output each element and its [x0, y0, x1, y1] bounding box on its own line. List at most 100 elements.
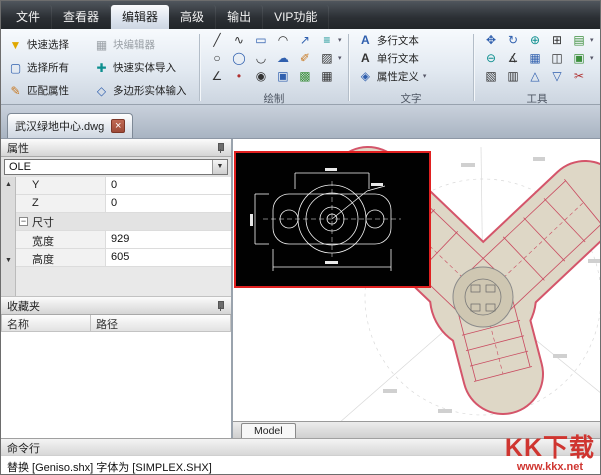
- ribbon: ▼ 快速选择 ▢ 选择所有 ✎ 匹配属性 ▦ 块编辑器 ✚ 快速实体导入: [1, 29, 600, 105]
- angle-tool-icon[interactable]: ∠: [206, 69, 228, 83]
- ribbon-group-draw: ╱ ∿ ▭ ◠ ↗ ≡ ▾ ○ ◯ ◡ ☁ ✐ ▨ ▾: [202, 31, 346, 104]
- model-tab[interactable]: Model: [241, 423, 296, 438]
- hatch-tool-icon[interactable]: ▨: [316, 51, 338, 65]
- ole-object[interactable]: [235, 152, 430, 287]
- menu-tab-editor[interactable]: 编辑器: [111, 5, 169, 29]
- left-panel: 属性 OLE ▼ ▲ ▼ Y 0: [1, 139, 231, 438]
- pin-icon[interactable]: [215, 142, 225, 154]
- command-line-header: 命令行: [1, 438, 600, 455]
- menu-tab-advanced[interactable]: 高级: [169, 5, 216, 29]
- menu-tab-viewer[interactable]: 查看器: [52, 5, 111, 29]
- menu-tab-file[interactable]: 文件: [5, 5, 52, 29]
- pan-icon[interactable]: ✥: [480, 33, 502, 47]
- draw-flyout-arrow2-icon[interactable]: ▾: [338, 54, 346, 62]
- spline-tool-icon[interactable]: ∿: [228, 33, 250, 47]
- mtext-button[interactable]: A 多行文本: [355, 33, 422, 48]
- hatch2-icon[interactable]: ▧: [480, 69, 502, 83]
- point-tool-icon[interactable]: •: [228, 69, 250, 83]
- circle-tool-icon[interactable]: ○: [206, 51, 228, 65]
- collapse-icon[interactable]: −: [19, 217, 28, 226]
- property-value[interactable]: 0: [106, 177, 231, 194]
- property-grid-rail: ▲ ▼: [1, 177, 16, 296]
- ribbon-group-text: A 多行文本 A 单行文本 ◈ 属性定义 ▾: [351, 31, 471, 104]
- main-area: 属性 OLE ▼ ▲ ▼ Y 0: [1, 139, 600, 438]
- property-row-height: 高度 605: [16, 249, 231, 267]
- line-tool-icon[interactable]: ╱: [206, 33, 228, 47]
- object-selector-wrap: OLE ▼: [1, 157, 231, 177]
- panel-icon[interactable]: ◫: [546, 51, 568, 65]
- quick-select-button[interactable]: ▼ 快速选择: [5, 33, 91, 56]
- attribute-flyout-arrow-icon: ▾: [423, 72, 431, 80]
- zoom-out-icon[interactable]: ⊖: [480, 51, 502, 65]
- property-label: Y: [16, 177, 106, 194]
- triangle-up-icon[interactable]: △: [524, 69, 546, 83]
- layers-icon[interactable]: ▤: [568, 33, 590, 47]
- command-history-text: 替换 [Geniso.shx] 字体为 [SIMPLEX.SHX]: [7, 462, 212, 474]
- attribute-define-icon: ◈: [358, 69, 373, 83]
- pin-icon[interactable]: [215, 300, 225, 312]
- ellipse-tool-icon[interactable]: ◯: [228, 51, 250, 65]
- match-properties-button[interactable]: ✎ 匹配属性: [5, 79, 91, 102]
- table-tool-icon[interactable]: ▦: [316, 69, 338, 83]
- canvas-column: Model: [233, 139, 601, 438]
- trim-icon[interactable]: ✂: [568, 69, 590, 83]
- drawing-canvas[interactable]: [233, 139, 601, 421]
- sketch-tool-icon[interactable]: ✐: [294, 51, 316, 65]
- chevron-down-icon[interactable]: ▼: [212, 160, 227, 174]
- block-editor-icon: ▦: [94, 38, 109, 52]
- attribute-define-button[interactable]: ◈ 属性定义 ▾: [355, 69, 434, 84]
- polygon-entity-input-button[interactable]: ◇ 多边形实体输入: [91, 79, 197, 102]
- property-grid: ▲ ▼ Y 0 Z 0 − 尺寸: [1, 177, 231, 297]
- single-text-button[interactable]: A 单行文本: [355, 51, 422, 66]
- gradient-tool-icon[interactable]: ▩: [294, 69, 316, 83]
- zoom-in-icon[interactable]: ⊕: [524, 33, 546, 47]
- block-editor-label: 块编辑器: [113, 37, 155, 52]
- favorites-name-column[interactable]: 名称: [1, 315, 91, 332]
- ray-tool-icon[interactable]: ↗: [294, 33, 316, 47]
- tools-flyout-arrow2-icon[interactable]: ▾: [590, 54, 598, 62]
- block-editor-button[interactable]: ▦ 块编辑器: [91, 33, 197, 56]
- document-tab-label: 武汉绿地中心.dwg: [15, 118, 104, 134]
- favorites-path-column[interactable]: 路径: [91, 315, 231, 332]
- property-value[interactable]: 929: [106, 231, 231, 248]
- select-all-button[interactable]: ▢ 选择所有: [5, 56, 91, 79]
- donut-tool-icon[interactable]: ◉: [250, 69, 272, 83]
- mline-tool-icon[interactable]: ≡: [316, 33, 338, 47]
- ribbon-separator: [473, 34, 474, 101]
- triangle-down-icon[interactable]: ▽: [546, 69, 568, 83]
- draw-group-label: 绘制: [202, 91, 346, 104]
- object-type-dropdown[interactable]: OLE ▼: [4, 159, 228, 175]
- region-tool-icon[interactable]: ▣: [272, 69, 294, 83]
- object-type-value: OLE: [5, 161, 31, 173]
- select-all-icon: ▢: [8, 61, 23, 75]
- property-value[interactable]: 605: [106, 249, 231, 266]
- select-all-label: 选择所有: [27, 60, 69, 75]
- model-tab-bar: Model: [233, 421, 601, 438]
- zoom-window-icon[interactable]: ⊞: [546, 33, 568, 47]
- ribbon-separator: [199, 34, 200, 101]
- table-icon[interactable]: ▦: [524, 51, 546, 65]
- scroll-down-icon[interactable]: ▼: [3, 255, 14, 266]
- favorites-list[interactable]: [1, 332, 231, 438]
- tools-flyout-arrow-icon[interactable]: ▾: [590, 36, 598, 44]
- revision-cloud-icon[interactable]: ☁: [272, 51, 294, 65]
- rows-icon[interactable]: ▥: [502, 69, 524, 83]
- property-value[interactable]: 0: [106, 195, 231, 212]
- quick-entity-import-button[interactable]: ✚ 快速实体导入: [91, 56, 197, 79]
- measure-icon[interactable]: ∡: [502, 51, 524, 65]
- rectangle-tool-icon[interactable]: ▭: [250, 33, 272, 47]
- scroll-up-icon[interactable]: ▲: [3, 179, 14, 190]
- orbit-icon[interactable]: ↻: [502, 33, 524, 47]
- close-document-icon[interactable]: ×: [111, 119, 125, 133]
- menu-tab-output[interactable]: 输出: [216, 5, 263, 29]
- draw-flyout-arrow-icon[interactable]: ▾: [338, 36, 346, 44]
- property-row-y: Y 0: [16, 177, 231, 195]
- arc-tool-icon[interactable]: ◠: [272, 33, 294, 47]
- menu-tab-vip[interactable]: VIP功能: [263, 5, 329, 29]
- arc2-tool-icon[interactable]: ◡: [250, 51, 272, 65]
- property-row-width: 宽度 929: [16, 231, 231, 249]
- mtext-label: 多行文本: [377, 33, 419, 48]
- copy-icon[interactable]: ▣: [568, 51, 590, 65]
- document-tab[interactable]: 武汉绿地中心.dwg ×: [7, 113, 133, 138]
- single-text-label: 单行文本: [377, 51, 419, 66]
